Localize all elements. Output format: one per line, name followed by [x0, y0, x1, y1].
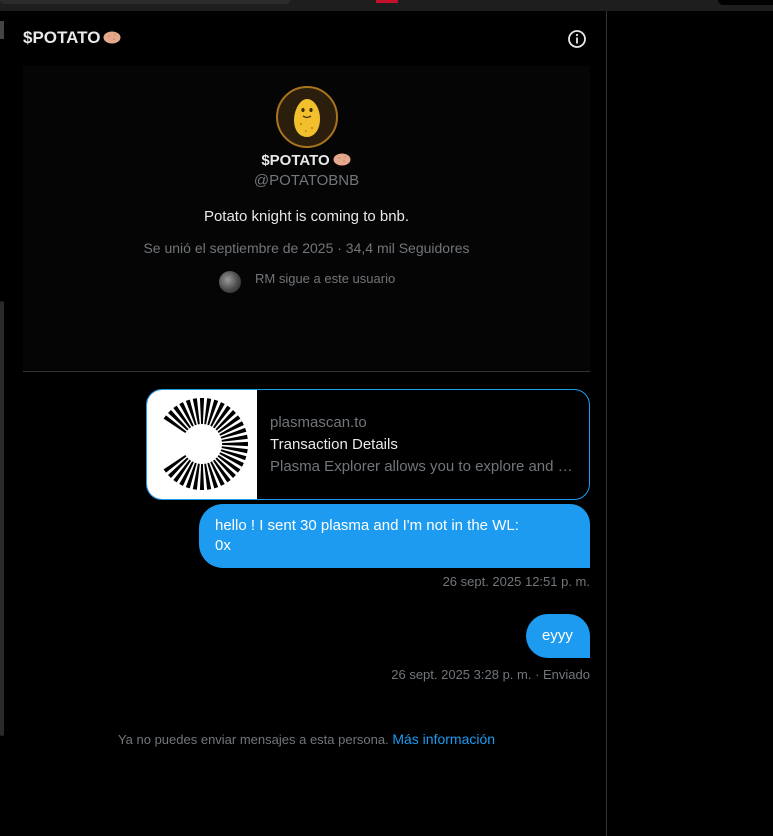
divider — [23, 371, 590, 372]
browser-tab[interactable] — [0, 0, 290, 4]
info-icon[interactable] — [567, 29, 587, 49]
conversation-header: $POTATO — [23, 28, 122, 48]
scrollbar[interactable] — [0, 301, 4, 736]
gutter-marker — [0, 21, 4, 39]
message-bubble[interactable]: eyyy — [526, 614, 590, 658]
notice-text: Ya no puedes enviar mensajes a esta pers… — [117, 732, 389, 747]
potato-emoji-icon — [103, 31, 121, 44]
potato-emoji-icon — [333, 153, 351, 166]
left-gutter — [0, 11, 7, 836]
message-timestamp: 26 sept. 2025 3:28 p. m. · Enviado — [391, 667, 590, 682]
link-description: Plasma Explorer allows you to explore an… — [270, 458, 576, 475]
cannot-message-notice: Ya no puedes enviar mensajes a esta pers… — [7, 731, 606, 747]
profile-handle[interactable]: @POTATOBNB — [23, 172, 590, 189]
message-text: hello ! I sent 30 plasma and I'm not in … — [215, 516, 580, 556]
profile-meta: Se unió el septiembre de 2025 · 34,4 mil… — [143, 240, 470, 256]
page-title: $POTATO — [23, 28, 101, 47]
potato-avatar-icon[interactable] — [276, 86, 338, 148]
learn-more-link[interactable]: Más información — [392, 731, 495, 747]
link-domain: plasmascan.to — [270, 414, 367, 431]
message-text: eyyy — [542, 627, 573, 644]
profile-card[interactable]: $POTATO @POTATOBNB Potato knight is comi… — [23, 66, 590, 371]
profile-name-text[interactable]: $POTATO — [261, 152, 329, 169]
logo-stripe — [199, 398, 205, 425]
avatar — [219, 271, 241, 293]
browser-corner — [718, 0, 773, 5]
logo-stripe — [221, 441, 248, 447]
logo-stripe — [199, 463, 205, 490]
profile-bio: Potato knight is coming to bnb. — [203, 208, 410, 225]
browser-top-strip — [0, 0, 773, 11]
profile-name[interactable]: $POTATO — [23, 152, 590, 169]
message-line: 0x — [215, 537, 231, 554]
link-title: Transaction Details — [270, 436, 398, 453]
followed-by-text: RM sigue a este usuario — [255, 271, 396, 286]
conversation-panel: $POTATO $POTATO @POTATOBNB Potato knight… — [7, 11, 606, 836]
message-bubble[interactable]: hello ! I sent 30 plasma and I'm not in … — [199, 504, 590, 568]
tab-indicator — [376, 0, 398, 3]
message-timestamp: 26 sept. 2025 12:51 p. m. — [442, 574, 590, 589]
message-line: hello ! I sent 30 plasma and I'm not in … — [215, 517, 519, 534]
right-column — [607, 11, 773, 836]
link-preview-card[interactable]: plasmascan.to Transaction Details Plasma… — [146, 389, 590, 500]
plasma-logo-icon — [147, 390, 257, 499]
